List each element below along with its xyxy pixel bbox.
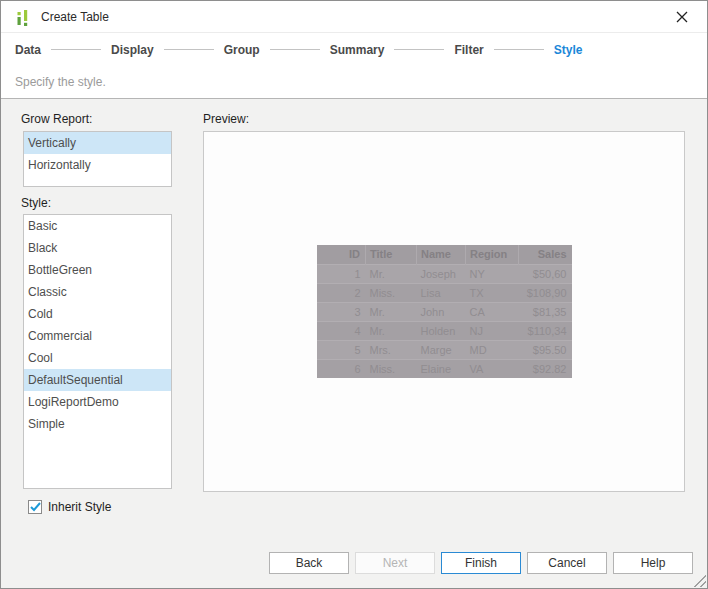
step-connector: [270, 49, 320, 50]
preview-table-cell: 6: [317, 359, 366, 378]
step-display[interactable]: Display: [111, 43, 154, 57]
grow-report-label: Grow Report:: [21, 112, 92, 126]
preview-col-header: Title: [366, 245, 417, 264]
preview-table-cell: Holden: [417, 321, 466, 340]
preview-table-cell: 5: [317, 340, 366, 359]
preview-table-cell: 2: [317, 283, 366, 302]
inherit-style-checkbox[interactable]: [28, 500, 42, 514]
preview-col-header: Sales: [519, 245, 572, 264]
preview-table-cell: John: [417, 302, 466, 321]
preview-table-cell: MD: [466, 340, 519, 359]
preview-col-header: Region: [466, 245, 519, 264]
style-option[interactable]: LogiReportDemo: [24, 391, 171, 413]
preview-table-cell: Miss.: [366, 283, 417, 302]
preview-table-cell: CA: [466, 302, 519, 321]
step-group[interactable]: Group: [224, 43, 260, 57]
preview-table-cell: Elaine: [417, 359, 466, 378]
step-connector: [394, 49, 444, 50]
inherit-style-row: Inherit Style: [28, 500, 111, 514]
preview-table-cell: 1: [317, 264, 366, 283]
style-option[interactable]: Commercial: [24, 325, 171, 347]
content-area: Grow Report: VerticallyHorizontally Styl…: [1, 99, 707, 588]
style-option[interactable]: Classic: [24, 281, 171, 303]
preview-table-cell: $50,60: [519, 264, 572, 283]
preview-col-header: ID: [317, 245, 366, 264]
preview-table-cell: Joseph: [417, 264, 466, 283]
preview-table-cell: 4: [317, 321, 366, 340]
preview-panel: IDTitleNameRegionSales1Mr.JosephNY$50,60…: [203, 131, 685, 492]
style-option[interactable]: Simple: [24, 413, 171, 435]
preview-table-cell: Mr.: [366, 264, 417, 283]
subtitle-text: Specify the style.: [15, 75, 106, 89]
preview-table-cell: Mrs.: [366, 340, 417, 359]
preview-table: IDTitleNameRegionSales1Mr.JosephNY$50,60…: [317, 245, 572, 378]
preview-table-row: 6Miss.ElaineVA$92.82: [317, 359, 572, 378]
inherit-style-label: Inherit Style: [48, 500, 111, 514]
preview-table-row: 5Mrs.MargeMD$95.50: [317, 340, 572, 359]
style-label: Style:: [21, 196, 51, 210]
style-listbox[interactable]: BasicBlackBottleGreenClassicColdCommerci…: [23, 214, 172, 489]
style-option[interactable]: Cold: [24, 303, 171, 325]
close-icon[interactable]: [665, 1, 699, 32]
preview-table-cell: TX: [466, 283, 519, 302]
help-button[interactable]: Help: [613, 552, 693, 574]
window-title: Create Table: [41, 10, 109, 24]
preview-table-cell: NJ: [466, 321, 519, 340]
grow-report-option[interactable]: Vertically: [24, 132, 171, 154]
style-option[interactable]: DefaultSequential: [24, 369, 171, 391]
preview-col-header: Name: [417, 245, 466, 264]
step-data[interactable]: Data: [15, 43, 41, 57]
preview-header-row: IDTitleNameRegionSales: [317, 245, 572, 264]
cancel-button[interactable]: Cancel: [527, 552, 607, 574]
preview-table-cell: Mr.: [366, 321, 417, 340]
step-filter[interactable]: Filter: [454, 43, 483, 57]
check-icon: [30, 502, 41, 512]
preview-table-cell: Mr.: [366, 302, 417, 321]
preview-table-cell: NY: [466, 264, 519, 283]
step-connector: [164, 49, 214, 50]
preview-table-cell: 3: [317, 302, 366, 321]
preview-table-row: 3Mr.JohnCA$81,35: [317, 302, 572, 321]
preview-table-cell: Lisa: [417, 283, 466, 302]
preview-table-cell: $92.82: [519, 359, 572, 378]
style-option[interactable]: Cool: [24, 347, 171, 369]
preview-table-cell: Marge: [417, 340, 466, 359]
preview-table-cell: $108,90: [519, 283, 572, 302]
preview-table-cell: VA: [466, 359, 519, 378]
style-option[interactable]: Basic: [24, 215, 171, 237]
preview-table-cell: $81,35: [519, 302, 572, 321]
preview-table-row: 2Miss.LisaTX$108,90: [317, 283, 572, 302]
preview-table-cell: $110,34: [519, 321, 572, 340]
preview-table-cell: Miss.: [366, 359, 417, 378]
preview-table-cell: $95.50: [519, 340, 572, 359]
style-option[interactable]: BottleGreen: [24, 259, 171, 281]
grow-report-listbox[interactable]: VerticallyHorizontally: [23, 131, 172, 187]
preview-table-row: 1Mr.JosephNY$50,60: [317, 264, 572, 283]
step-style[interactable]: Style: [554, 43, 583, 57]
finish-button[interactable]: Finish: [441, 552, 521, 574]
create-table-dialog: Create Table Data Display Group Summary Filt…: [0, 0, 708, 589]
title-bar: Create Table: [1, 1, 707, 33]
back-button[interactable]: Back: [269, 552, 349, 574]
step-summary[interactable]: Summary: [330, 43, 385, 57]
step-connector: [494, 49, 544, 50]
create-table-icon: [15, 8, 32, 26]
next-button: Next: [355, 552, 435, 574]
grow-report-option[interactable]: Horizontally: [24, 154, 171, 176]
button-row: Back Next Finish Cancel Help: [269, 552, 693, 574]
style-option[interactable]: Black: [24, 237, 171, 259]
preview-label: Preview:: [203, 112, 249, 126]
preview-table-row: 4Mr.HoldenNJ$110,34: [317, 321, 572, 340]
subtitle-bar: Specify the style.: [1, 66, 707, 99]
wizard-steps: Data Display Group Summary Filter Style: [1, 33, 707, 66]
step-connector: [51, 49, 101, 50]
